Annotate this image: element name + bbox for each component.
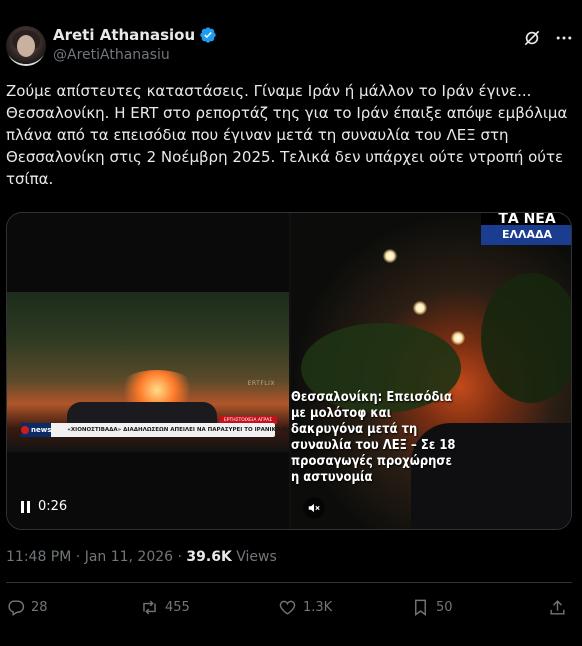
like-button[interactable]: 1.3K xyxy=(278,598,332,617)
reply-button[interactable]: 28 xyxy=(6,598,48,617)
tweet-header: Areti Athanasiou @AretiAthanasiu xyxy=(6,22,576,70)
author-handle[interactable]: @AretiAthanasiu xyxy=(53,47,170,63)
brand-bottom: ΕΛΛΑΔΑ xyxy=(481,225,571,245)
repost-button[interactable]: 455 xyxy=(140,598,190,617)
tweet-date[interactable]: Jan 11, 2026 xyxy=(85,549,173,565)
verified-badge-icon xyxy=(200,27,216,43)
avatar-face xyxy=(17,35,35,57)
meta-separator: · xyxy=(177,549,182,565)
video-watermark: ERTFLIX xyxy=(247,380,275,387)
news-logo-dot xyxy=(21,426,29,434)
tweet-meta: 11:48 PM · Jan 11, 2026 · 39.6K Views xyxy=(6,549,277,565)
name-row: Areti Athanasiou xyxy=(53,26,217,44)
video-player-2[interactable]: ΤΑ ΝΕΑ ΕΛΛΑΔΑ Θεσσαλονίκη: Επεισόδια με … xyxy=(291,213,571,529)
mute-icon[interactable] xyxy=(303,497,325,519)
action-bar: 28 455 1.3K 50 xyxy=(6,598,572,622)
meta-separator: · xyxy=(75,549,81,565)
street-lamp xyxy=(451,331,465,345)
ticker-text: «ΧΙΟΝΟΣΤΙΒΑΔΑ» ΔΙΑΔΗΛΩΣΕΩΝ ΑΠΕΙΛΕΙ ΝΑ ΠΑ… xyxy=(67,427,316,433)
media-grid: ERTFLIX ΕΡΤΗΣΤΟΙΧΕΙΑ ΑΓΡΑΣ news «ΧΙΟΝΟΣΤ… xyxy=(6,212,572,530)
street-lamp xyxy=(383,249,397,263)
repost-icon xyxy=(143,600,156,615)
share-icon xyxy=(550,600,565,615)
tree-shape xyxy=(481,273,571,403)
bookmark-button[interactable]: 50 xyxy=(411,598,453,617)
video-duration: 0:26 xyxy=(38,499,68,514)
news-brand: ΤΑ ΝΕΑ ΕΛΛΑΔΑ xyxy=(481,213,571,247)
video-controls: 0:26 xyxy=(21,499,67,514)
share-button[interactable] xyxy=(548,598,567,617)
tweet-text: Ζούμε απίστευτες καταστάσεις. Γίναμε Ιρά… xyxy=(6,82,568,188)
news-logo-text: news xyxy=(31,426,52,434)
reply-count: 28 xyxy=(31,600,48,615)
repost-count: 455 xyxy=(165,600,190,615)
tweet: Areti Athanasiou @AretiAthanasiu Ζούμε α… xyxy=(0,0,582,646)
author-name[interactable]: Areti Athanasiou xyxy=(53,26,195,44)
bookmark-icon xyxy=(415,599,426,617)
divider xyxy=(6,582,572,583)
video-headline: Θεσσαλονίκη: Επεισόδια με μολότοφ και δα… xyxy=(291,389,456,485)
views-label: Views xyxy=(236,549,277,565)
news-logo: news xyxy=(21,423,52,437)
more-icon[interactable] xyxy=(554,28,574,48)
news-ticker: news «ΧΙΟΝΟΣΤΙΒΑΔΑ» ΔΙΑΔΗΛΩΣΕΩΝ ΑΠΕΙΛΕΙ … xyxy=(21,423,315,437)
video-player-1[interactable]: ERTFLIX ΕΡΤΗΣΤΟΙΧΕΙΑ ΑΓΡΑΣ news «ΧΙΟΝΟΣΤ… xyxy=(7,213,315,529)
grok-icon[interactable] xyxy=(522,28,542,48)
views-count: 39.6K xyxy=(186,549,232,565)
bookmark-count: 50 xyxy=(436,600,453,615)
video-frame-1: ERTFLIX ΕΡΤΗΣΤΟΙΧΕΙΑ ΑΓΡΑΣ news «ΧΙΟΝΟΣΤ… xyxy=(7,292,315,452)
brand-top: ΤΑ ΝΕΑ xyxy=(481,213,571,225)
like-count: 1.3K xyxy=(303,600,333,615)
tweet-time[interactable]: 11:48 PM xyxy=(6,549,71,565)
heart-icon xyxy=(279,600,296,615)
street-lamp xyxy=(413,301,427,315)
reply-icon xyxy=(8,600,25,616)
pause-icon[interactable] xyxy=(21,500,30,513)
speaker-muted-icon xyxy=(308,503,320,513)
avatar[interactable] xyxy=(6,26,46,66)
